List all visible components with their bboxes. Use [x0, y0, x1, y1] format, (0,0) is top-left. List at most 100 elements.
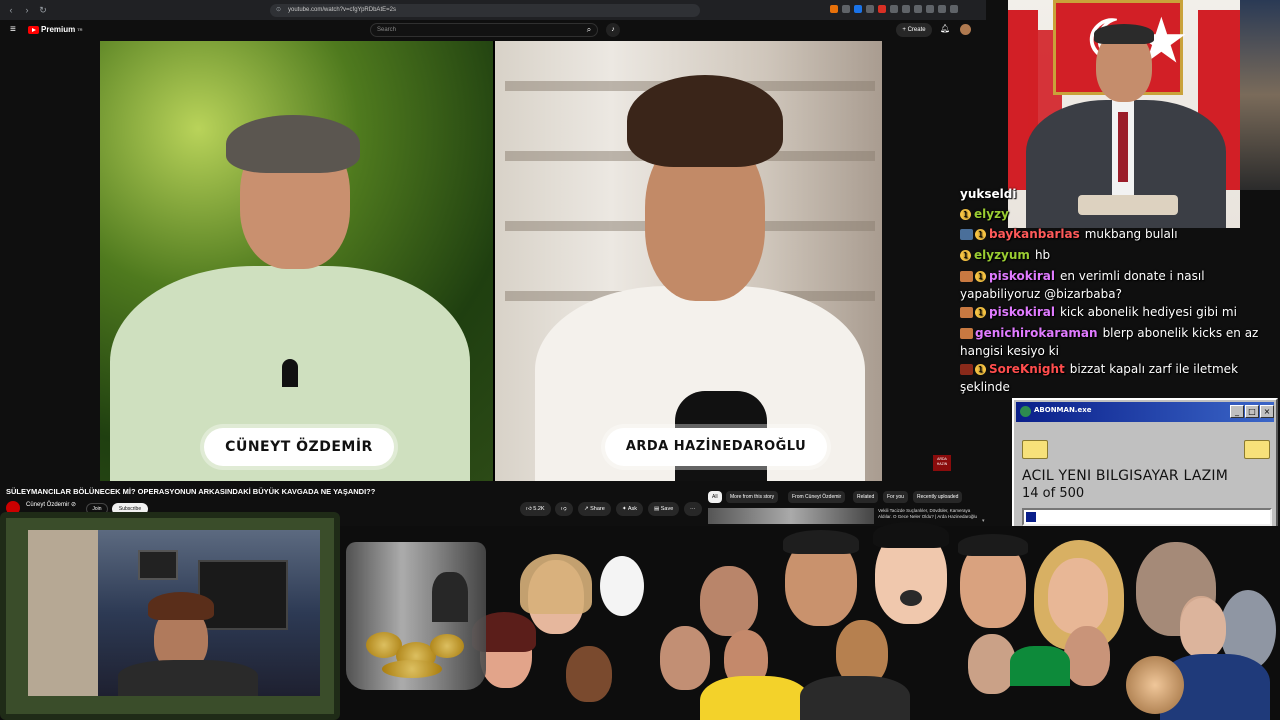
like-button[interactable]: 👍︎ 5.2K: [520, 502, 551, 516]
right-name: ARDA HAZİNEDAROĞLU: [625, 439, 807, 454]
hamburger-menu-icon[interactable]: ≡: [10, 24, 16, 35]
right-name-tag: ARDA HAZİNEDAROĞLU: [605, 428, 827, 466]
filter-chip[interactable]: Related: [853, 491, 879, 503]
goal-progress-fill: [1026, 512, 1036, 522]
goal-heading: ACIL YENI BILGISAYAR LAZIM: [1022, 468, 1228, 484]
reload-icon[interactable]: ↻: [38, 5, 48, 16]
chat-username: piskokiral: [989, 305, 1055, 319]
app-icon: [1020, 406, 1031, 417]
chat-username: elyzyum: [974, 248, 1030, 262]
folder-icon: [1244, 440, 1270, 459]
youtube-play-icon: [28, 25, 39, 34]
chat-message: 1 piskokiral en verimli donate i nasıl yap…: [960, 267, 1280, 303]
youtube-header: ≡ Premium TR Search ⌕ ♪ + Create 🔔︎: [0, 20, 986, 40]
extension-icon[interactable]: [926, 5, 934, 13]
stream-screen: ‹ › ↻ ⊙ youtube.com/watch?v=cfgYpRDbAtE=…: [0, 0, 1280, 720]
browser-toolbar: ‹ › ↻ ⊙ youtube.com/watch?v=cfgYpRDbAtE=…: [0, 0, 986, 20]
extension-icon[interactable]: [854, 5, 862, 13]
chat-username: genichirokaraman: [975, 326, 1098, 340]
account-avatar[interactable]: [960, 24, 971, 35]
emote-badge-icon: [960, 229, 973, 240]
maximize-icon[interactable]: □: [1245, 405, 1259, 418]
subscriber-badge-icon: 1: [975, 364, 986, 375]
save-button[interactable]: ▤ Save: [648, 502, 680, 516]
donation-goal-window: ABONMAN.exe _ □ × ACIL YENI BILGISAYAR L…: [1012, 398, 1278, 532]
chat-message: genichirokaraman blerp abonelik kicks en …: [960, 324, 1280, 360]
share-button[interactable]: ↗ Share: [578, 502, 611, 516]
create-button[interactable]: + Create: [896, 23, 932, 37]
youtube-logo-text: Premium: [41, 25, 76, 34]
chat-message: yukseldi: [960, 185, 1280, 203]
save-icon: ▤: [654, 506, 661, 512]
chat-username: elyzy: [974, 207, 1009, 221]
filter-chip[interactable]: All: [708, 491, 722, 503]
microphone-icon[interactable]: ♪: [606, 23, 620, 37]
subscriber-badge-icon: 1: [960, 209, 971, 220]
filter-chip[interactable]: For you: [883, 491, 908, 503]
youtube-region: TR: [77, 27, 83, 32]
chat-message: 1 elyzy: [960, 205, 1280, 223]
emote-badge-icon: [960, 328, 973, 339]
extension-icon[interactable]: [866, 5, 874, 13]
video-right-panel: ARDA HAZİNEDAROĞLU: [495, 41, 882, 481]
url-text: youtube.com/watch?v=cfgYpRDbAtE=2s: [288, 7, 396, 13]
site-info-icon[interactable]: ⊙: [276, 4, 281, 17]
chat-username: piskokiral: [989, 269, 1055, 283]
window-titlebar: ABONMAN.exe _ □ ×: [1016, 402, 1274, 422]
chat-message: 1 elyzyum hb: [960, 246, 1280, 264]
chat-username: yukseldi: [960, 187, 1017, 201]
thumb-down-icon: 👎︎: [561, 506, 567, 512]
video-player[interactable]: CÜNEYT ÖZDEMİR ARDA HAZİNEDAROĞLU: [100, 41, 882, 481]
folder-icon: [1022, 440, 1048, 459]
back-icon[interactable]: ‹: [6, 5, 16, 15]
ask-label: Ask: [627, 506, 638, 512]
emote-badge-icon: [960, 307, 973, 318]
streamer-webcam: [28, 530, 320, 696]
close-icon[interactable]: ×: [1260, 405, 1274, 418]
chat-text: mukbang bulalı: [1084, 227, 1178, 241]
youtube-logo[interactable]: Premium TR: [28, 25, 83, 34]
chat-message: 1 baykanbarlas mukbang bulalı: [960, 225, 1280, 243]
related-video-title[interactable]: Vekili Tacizde Suçlanlıler, Dövdüler, Ka…: [878, 508, 978, 520]
subscriber-badge-icon: 1: [960, 250, 971, 261]
chat-username: baykanbarlas: [989, 227, 1080, 241]
notifications-bell-icon[interactable]: 🔔︎: [940, 24, 950, 33]
profile-icon[interactable]: [950, 5, 958, 13]
forward-icon[interactable]: ›: [22, 5, 32, 15]
search-icon[interactable]: ⌕: [580, 23, 598, 37]
chat-text: kick abonelik hediyesi gibi mi: [1059, 305, 1237, 319]
minimize-icon[interactable]: _: [1230, 405, 1244, 418]
chat-text: hb: [1034, 248, 1051, 262]
more-actions-button[interactable]: ···: [684, 502, 702, 516]
subscriber-badge-icon: 1: [975, 271, 986, 282]
chat-message: 1 SoreKnight bizzat kapalı zarf ile iletme…: [960, 360, 1280, 396]
like-count: 5.2K: [533, 506, 545, 512]
chat-overlay: yukseldi 1 elyzy 1 baykanbarlas mukbang bul…: [960, 185, 1280, 395]
share-label: Share: [590, 506, 605, 512]
extension-icon[interactable]: [890, 5, 898, 13]
extension-icon[interactable]: [842, 5, 850, 13]
search-input[interactable]: Search: [370, 23, 598, 37]
save-label: Save: [660, 506, 674, 512]
filter-chip[interactable]: From Cüneyt Özdemir: [788, 491, 846, 503]
left-name-tag: CÜNEYT ÖZDEMİR: [204, 428, 394, 466]
related-video-thumbnail[interactable]: [708, 508, 874, 524]
subscriber-badge-icon: 1: [975, 229, 986, 240]
left-name: CÜNEYT ÖZDEMİR: [225, 439, 373, 455]
extension-icons: [830, 5, 980, 15]
goal-progress-bar: [1022, 508, 1272, 526]
dislike-button[interactable]: 👎︎: [555, 502, 573, 516]
channel-watermark: ARDA HAZIN: [933, 455, 951, 471]
extension-icon[interactable]: [914, 5, 922, 13]
filter-chip[interactable]: More from this story: [726, 491, 779, 503]
extension-icon[interactable]: [878, 5, 886, 13]
address-bar[interactable]: ⊙ youtube.com/watch?v=cfgYpRDbAtE=2s: [270, 4, 700, 17]
filter-chip[interactable]: Recently uploaded: [913, 491, 963, 503]
ask-button[interactable]: ✦ Ask: [616, 502, 644, 516]
extension-icon[interactable]: [830, 5, 838, 13]
scroll-down-icon[interactable]: ▾: [982, 518, 985, 524]
chat-username: SoreKnight: [989, 362, 1065, 376]
extension-icon[interactable]: [938, 5, 946, 13]
channel-name[interactable]: Cüneyt Özdemir ⊘: [26, 501, 76, 508]
extension-icon[interactable]: [902, 5, 910, 13]
